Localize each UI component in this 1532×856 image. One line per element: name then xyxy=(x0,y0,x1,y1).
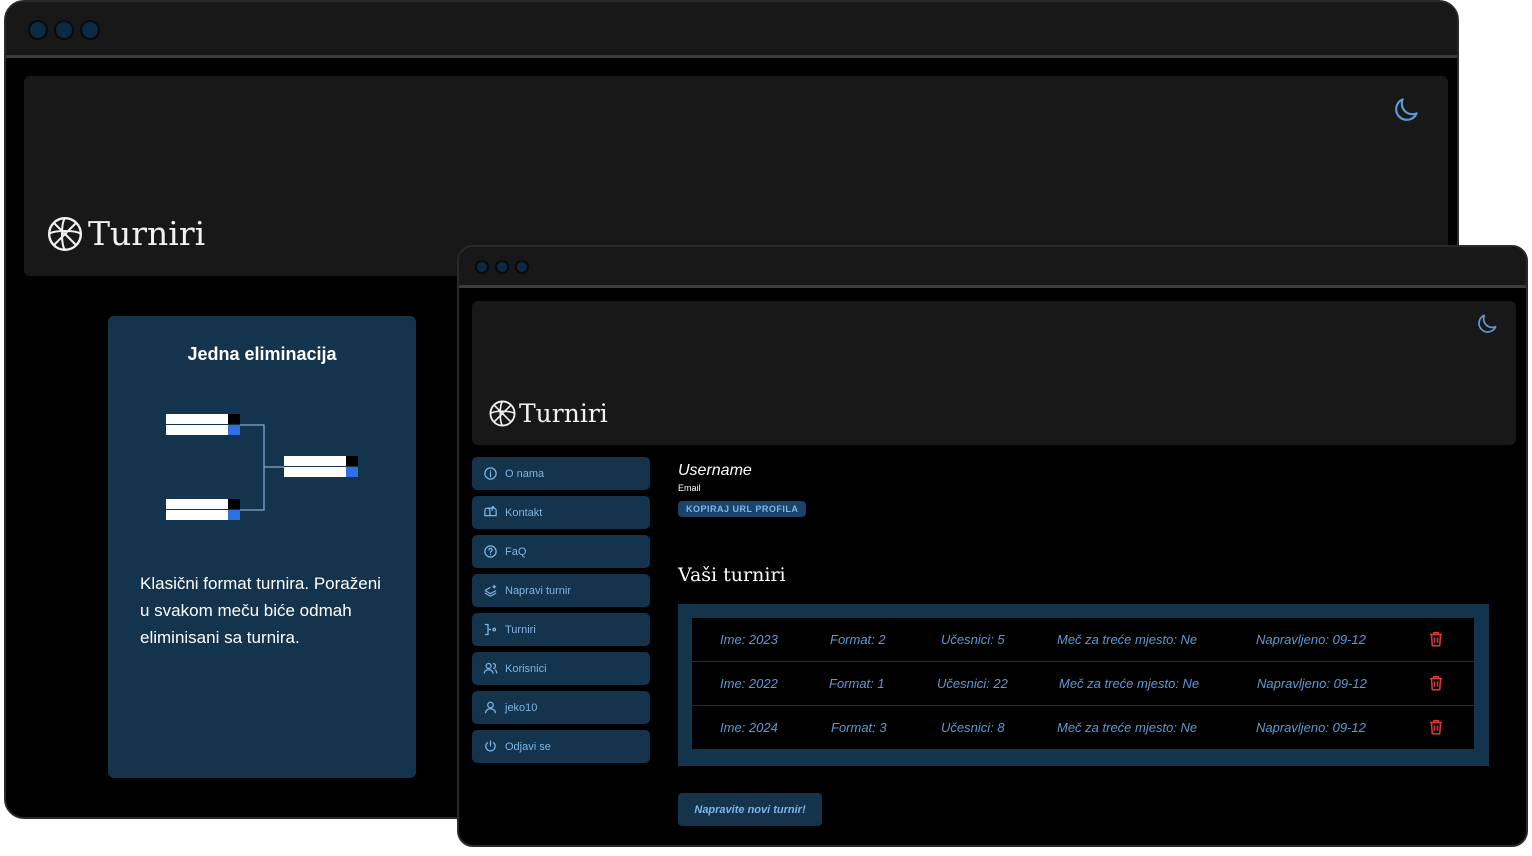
sidebar-item-label: FaQ xyxy=(505,545,527,558)
basketball-icon xyxy=(489,400,516,427)
dark-mode-toggle-icon[interactable] xyxy=(1474,311,1500,337)
profile-username: Username xyxy=(678,462,752,479)
sidebar-item-odjavi-se[interactable]: Odjavi se xyxy=(472,730,650,763)
sidebar-item-label: jeko10 xyxy=(505,701,538,714)
sidebar-item-label: Korisnici xyxy=(505,662,547,675)
tournament-third-place: Meč za treće mjesto: Ne xyxy=(1057,632,1198,647)
dark-mode-toggle-icon[interactable] xyxy=(1390,94,1422,126)
brand-name: Turniri xyxy=(519,399,608,428)
sidebar-item-o-nama[interactable]: O nama xyxy=(472,457,650,490)
tournament-third-place: Meč za treće mjesto: Ne xyxy=(1059,676,1200,691)
tournament-name: Ime: 2023 xyxy=(720,632,778,647)
format-card-title: Jedna eliminacija xyxy=(187,344,337,364)
table-row[interactable]: Ime: 2022 Format: 1 Učesnici: 22 Meč za … xyxy=(692,662,1474,705)
copy-profile-url-button[interactable]: KOPIRAJ URL PROFILA xyxy=(678,501,807,517)
tournament-created: Napravljeno: 09-12 xyxy=(1256,632,1366,647)
sidebar-item-jeko10[interactable]: jeko10 xyxy=(472,691,650,724)
sidebar-item-faq[interactable]: FaQ xyxy=(472,535,650,568)
sidebar-item-label: Kontakt xyxy=(505,506,543,519)
power-icon xyxy=(485,740,496,752)
sidebar-item-kontakt[interactable]: Kontakt xyxy=(472,496,650,529)
question-icon xyxy=(484,545,497,558)
profile-email: Email xyxy=(678,483,701,493)
format-card-description: Klasični format turnira. Poraženi u svak… xyxy=(140,574,381,647)
window-titlebar xyxy=(6,2,1457,58)
sidebar-item-korisnici[interactable]: Korisnici xyxy=(472,652,650,685)
brand-name: Turniri xyxy=(88,214,206,253)
tournament-participants: Učesnici: 8 xyxy=(941,720,1005,735)
tournament-third-place: Meč za treće mjesto: Ne xyxy=(1057,720,1198,735)
sidebar-item-label: Napravi turnir xyxy=(505,584,572,597)
users-icon xyxy=(483,662,498,674)
delete-trash-icon[interactable] xyxy=(1427,673,1445,693)
table-row[interactable]: Ime: 2023 Format: 2 Učesnici: 5 Meč za t… xyxy=(692,618,1474,661)
tournament-name: Ime: 2022 xyxy=(720,676,778,691)
sidebar-item-turniri[interactable]: Turniri xyxy=(472,613,650,646)
tournament-format: Format: 1 xyxy=(829,676,885,691)
window-titlebar xyxy=(459,247,1526,288)
delete-trash-icon[interactable] xyxy=(1427,629,1445,649)
window-maximize-dot[interactable] xyxy=(515,260,529,274)
brand-logo[interactable]: Turniri xyxy=(488,399,608,428)
tournament-format: Format: 2 xyxy=(830,632,886,647)
window-maximize-dot[interactable] xyxy=(80,20,100,40)
user-icon xyxy=(484,701,497,714)
table-row[interactable]: Ime: 2024 Format: 3 Učesnici: 8 Meč za t… xyxy=(692,706,1474,749)
sidebar-item-label: O nama xyxy=(505,467,545,480)
site-header: Turniri xyxy=(472,301,1516,445)
tournament-format: Format: 3 xyxy=(831,720,887,735)
format-card-single-elimination[interactable]: Jedna eliminacija Klasični format turnir… xyxy=(108,316,416,778)
section-title: Vaši turniri xyxy=(678,564,786,586)
window-minimize-dot[interactable] xyxy=(54,20,74,40)
window-minimize-dot[interactable] xyxy=(495,260,509,274)
brand-logo[interactable]: Turniri xyxy=(46,214,205,253)
delete-trash-icon[interactable] xyxy=(1427,717,1445,737)
tournament-name: Ime: 2024 xyxy=(720,720,778,735)
tournament-participants: Učesnici: 22 xyxy=(937,676,1008,691)
window-close-dot[interactable] xyxy=(28,20,48,40)
bracket-diagram-icon xyxy=(166,414,358,520)
tournaments-table: Ime: 2023 Format: 2 Učesnici: 5 Meč za t… xyxy=(678,604,1489,766)
front-browser-window: Turniri O nama Kontakt FaQ Napravi turni… xyxy=(457,245,1528,847)
window-close-dot[interactable] xyxy=(475,260,489,274)
info-icon xyxy=(484,467,497,480)
layers-plus-icon xyxy=(484,584,497,597)
new-tournament-button[interactable]: Napravite novi turnir! xyxy=(678,793,822,826)
sidebar-item-napravi-turnir[interactable]: Napravi turnir xyxy=(472,574,650,607)
tournament-created: Napravljeno: 09-12 xyxy=(1256,720,1366,735)
tournament-participants: Učesnici: 5 xyxy=(941,632,1005,647)
basketball-icon xyxy=(47,216,83,251)
sidebar-item-label: Turniri xyxy=(505,623,536,636)
bracket-icon xyxy=(484,623,497,636)
mailbox-icon xyxy=(484,506,497,517)
tournament-created: Napravljeno: 09-12 xyxy=(1257,676,1367,691)
sidebar-item-label: Odjavi se xyxy=(505,740,551,753)
